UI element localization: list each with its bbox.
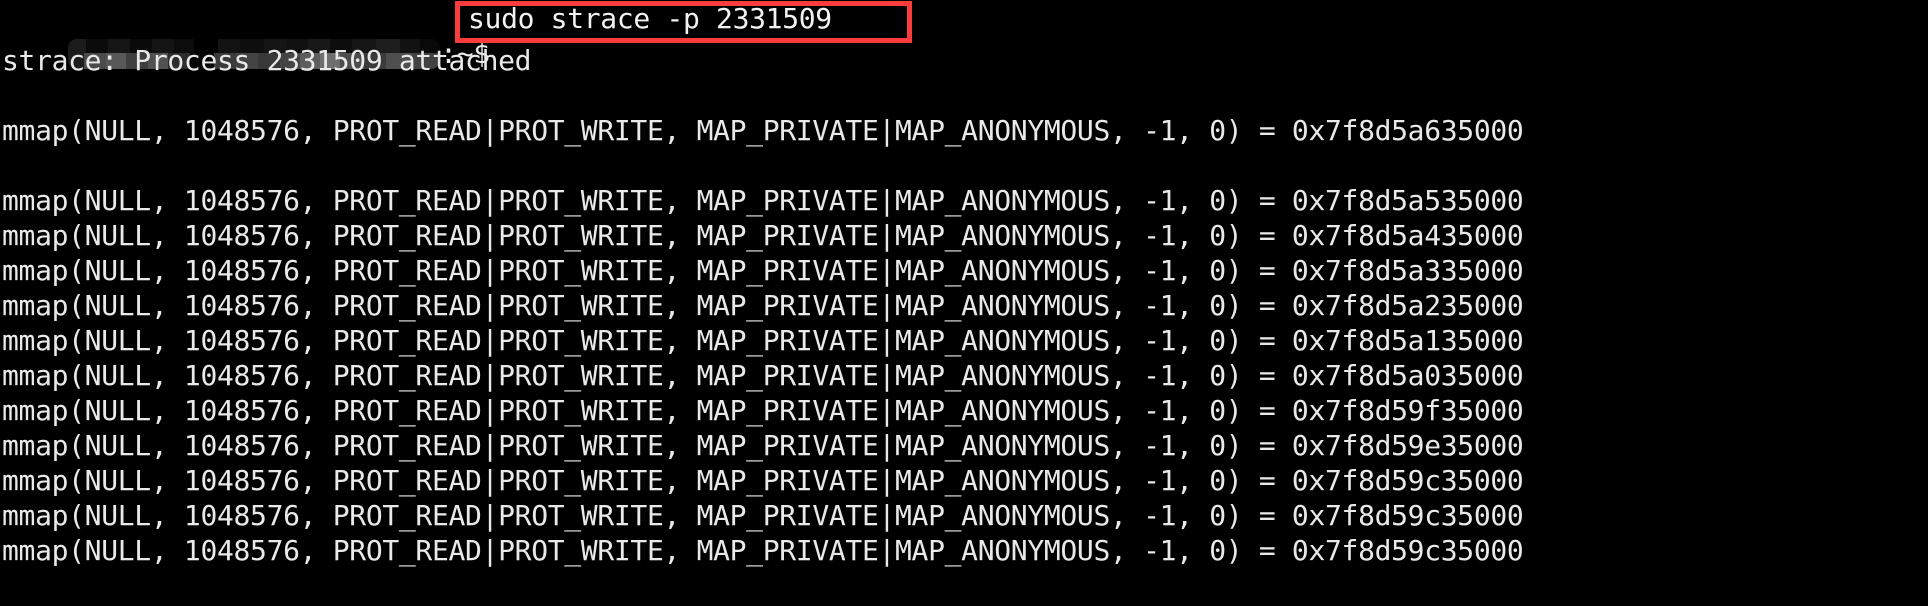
shell-prompt-line: :~$ [2,1,490,70]
terminal-window[interactable]: :~$ sudo strace -p 2331509 strace: Proce… [0,0,1928,606]
output-line-attached: strace: Process 2331509 attached [2,44,532,77]
output-line-mmap-4: mmap(NULL, 1048576, PROT_READ|PROT_WRITE… [2,254,1524,287]
output-line-mmap-11: mmap(NULL, 1048576, PROT_READ|PROT_WRITE… [2,499,1524,532]
output-line-mmap-9: mmap(NULL, 1048576, PROT_READ|PROT_WRITE… [2,429,1524,462]
output-line-mmap-2: mmap(NULL, 1048576, PROT_READ|PROT_WRITE… [2,184,1524,217]
output-line-mmap-6: mmap(NULL, 1048576, PROT_READ|PROT_WRITE… [2,324,1524,357]
output-line-mmap-7: mmap(NULL, 1048576, PROT_READ|PROT_WRITE… [2,359,1524,392]
output-line-mmap-5: mmap(NULL, 1048576, PROT_READ|PROT_WRITE… [2,289,1524,322]
output-line-mmap-8: mmap(NULL, 1048576, PROT_READ|PROT_WRITE… [2,394,1524,427]
output-line-mmap-1: mmap(NULL, 1048576, PROT_READ|PROT_WRITE… [2,114,1524,147]
output-line-mmap-10: mmap(NULL, 1048576, PROT_READ|PROT_WRITE… [2,464,1524,497]
command-text[interactable]: sudo strace -p 2331509 [468,1,832,36]
output-line-mmap-3: mmap(NULL, 1048576, PROT_READ|PROT_WRITE… [2,219,1524,252]
output-line-mmap-12: mmap(NULL, 1048576, PROT_READ|PROT_WRITE… [2,534,1524,567]
